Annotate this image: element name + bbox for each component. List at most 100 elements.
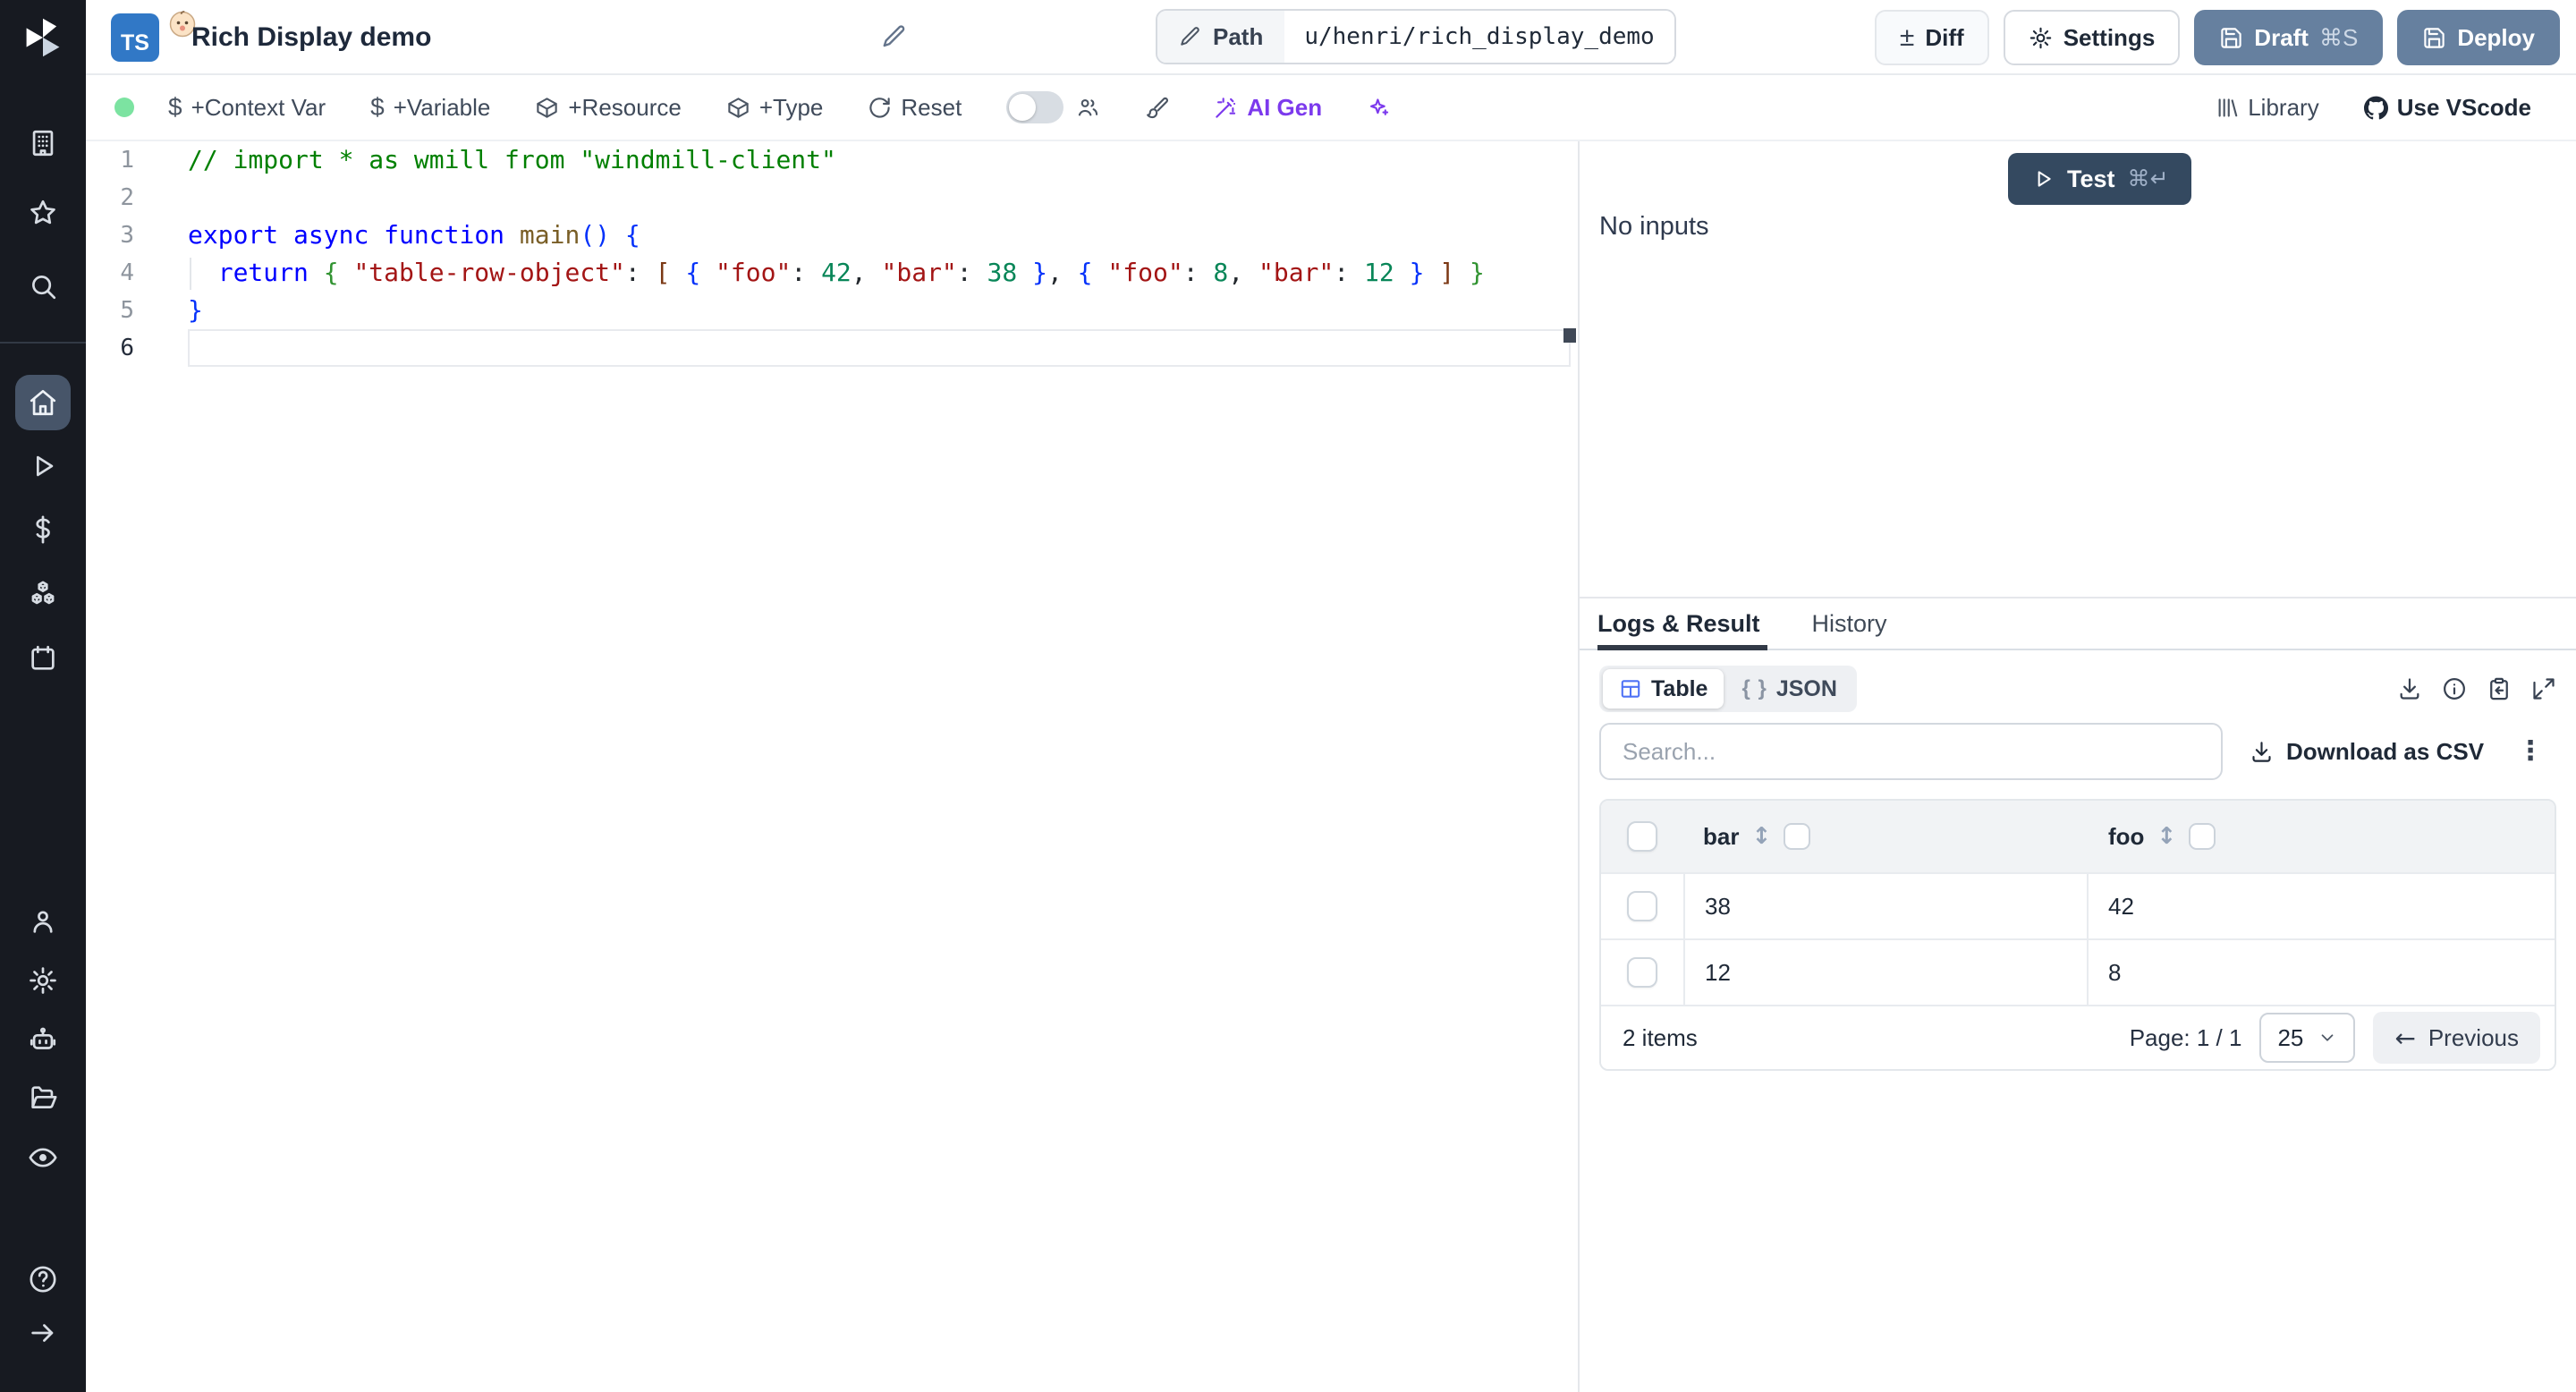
column-option-box[interactable] — [1784, 823, 1811, 850]
info-icon[interactable] — [2442, 676, 2467, 701]
download-csv-button[interactable]: Download as CSV — [2250, 738, 2484, 766]
dollar-icon: $ — [370, 93, 385, 121]
row-checkbox[interactable] — [1627, 957, 1657, 988]
table-cell: 8 — [2087, 940, 2555, 1005]
more-options-kebab-icon[interactable]: ⋮ — [2517, 738, 2544, 765]
table-icon — [1621, 680, 1640, 698]
favorites-star-icon[interactable] — [0, 184, 86, 242]
expand-icon[interactable] — [2531, 676, 2556, 701]
sidebar-item-audit-logs[interactable] — [0, 1129, 86, 1186]
sort-icon[interactable]: ↕ — [2157, 823, 2176, 850]
sidebar-item-resources[interactable] — [0, 565, 86, 623]
editor-toolbar: $ +Context Var $ +Variable +Resource +Ty… — [86, 75, 2576, 141]
braces-icon: { } — [1741, 676, 1767, 700]
download-icon[interactable] — [2397, 676, 2422, 701]
help-icon[interactable] — [0, 1251, 86, 1308]
add-context-var-button[interactable]: $ +Context Var — [168, 93, 326, 122]
add-type-button[interactable]: +Type — [726, 94, 823, 122]
ai-gen-button[interactable]: AI Gen — [1214, 94, 1322, 122]
sidebar-item-runs[interactable] — [0, 437, 86, 495]
table-row[interactable]: 12 8 — [1601, 938, 2555, 1005]
collab-toggle[interactable] — [1006, 91, 1064, 123]
sidebar-item-folders[interactable] — [0, 1069, 86, 1126]
code-line[interactable] — [188, 179, 1572, 216]
page-size-select[interactable]: 25 — [2259, 1013, 2356, 1063]
view-toggle-table[interactable]: Table — [1603, 669, 1724, 709]
table-body: 38 42 12 8 — [1601, 872, 2555, 1005]
diff-button[interactable]: ± Diff — [1874, 10, 1989, 65]
save-icon — [2424, 27, 2445, 48]
line-number: 3 — [120, 222, 134, 249]
sparkles-icon[interactable] — [1367, 96, 1391, 120]
no-inputs-label: No inputs — [1599, 212, 1709, 241]
settings-button[interactable]: Settings — [2003, 10, 2181, 65]
test-shortcut: ⌘↵ — [2127, 166, 2169, 191]
path-chip[interactable]: Path u/henri/rich_display_demo — [1156, 9, 1676, 64]
search-input[interactable] — [1599, 723, 2223, 780]
column-header-foo[interactable]: foo — [2108, 823, 2144, 851]
sort-icon[interactable]: ↕ — [1751, 823, 1771, 850]
reset-button[interactable]: Reset — [868, 94, 962, 122]
page-indicator: Page: 1 / 1 — [2129, 1023, 2242, 1051]
column-option-box[interactable] — [2189, 823, 2216, 850]
edit-title-pencil-icon[interactable] — [881, 23, 908, 50]
table-row[interactable]: 38 42 — [1601, 872, 2555, 938]
select-all-checkbox[interactable] — [1627, 821, 1657, 852]
sidebar-item-settings[interactable] — [0, 952, 86, 1009]
code-line[interactable]: // import * as wmill from "windmill-clie… — [188, 141, 1572, 179]
view-toggle: Table { } JSON — [1599, 666, 1857, 712]
path-label: Path — [1213, 22, 1264, 50]
gear-icon — [2029, 27, 2051, 48]
table-cell: 38 — [1683, 874, 2087, 938]
editor-code[interactable]: // import * as wmill from "windmill-clie… — [188, 141, 1572, 367]
code-line[interactable]: export async function main() { — [188, 216, 1572, 254]
line-number: 2 — [120, 184, 134, 211]
line-number: 6 — [120, 335, 134, 361]
draft-shortcut: ⌘S — [2318, 23, 2359, 51]
sidebar-divider — [0, 342, 86, 344]
windmill-logo[interactable] — [0, 9, 86, 66]
editor-scrollbar-marker[interactable] — [1563, 328, 1576, 343]
column-header-bar[interactable]: bar — [1703, 823, 1739, 851]
sidebar-item-variables[interactable] — [0, 501, 86, 558]
use-vscode-button[interactable]: Use VScode — [2363, 94, 2531, 122]
workspace-icon[interactable] — [0, 115, 86, 172]
code-line[interactable] — [188, 329, 1571, 367]
run-section: Test ⌘↵ No inputs — [1580, 141, 2576, 598]
sidebar-item-workers[interactable] — [0, 1012, 86, 1069]
previous-page-button[interactable]: ← Previous — [2373, 1012, 2540, 1064]
right-panel: Test ⌘↵ No inputs Logs & Result History … — [1580, 141, 2576, 1392]
test-button[interactable]: Test ⌘↵ — [2008, 153, 2192, 205]
package-icon — [537, 97, 558, 118]
vertical-splitter[interactable] — [1578, 141, 1580, 1392]
code-editor[interactable]: 1 2 3 4 5 6 // import * as wmill from "windmi… — [86, 141, 1578, 1392]
editor-gutter: 1 2 3 4 5 6 — [86, 141, 184, 367]
table-header: bar ↕ foo ↕ — [1601, 801, 2555, 872]
line-number: 4 — [120, 259, 134, 286]
sidebar-item-users[interactable] — [0, 893, 86, 950]
plus-minus-icon: ± — [1899, 22, 1915, 52]
view-toggle-json[interactable]: { } JSON — [1725, 669, 1852, 709]
collapse-sidebar-arrow-icon[interactable] — [0, 1304, 86, 1362]
library-button[interactable]: Library — [2215, 94, 2319, 122]
windmill-script-editor: TS Rich Display demo Path u/henri/rich_d… — [0, 0, 2576, 1392]
add-variable-button[interactable]: $ +Variable — [370, 93, 490, 122]
row-checkbox[interactable] — [1627, 891, 1657, 921]
deploy-button[interactable]: Deploy — [2397, 10, 2560, 65]
dollar-icon: $ — [168, 93, 182, 121]
tab-history[interactable]: History — [1812, 610, 1887, 638]
sidebar-item-home[interactable] — [15, 375, 71, 430]
sidebar-item-schedules[interactable] — [0, 630, 86, 687]
format-brush-icon[interactable] — [1145, 96, 1169, 120]
result-section: Logs & Result History Table { } JSON Sea… — [1580, 598, 2576, 1392]
draft-button[interactable]: Draft ⌘S — [2194, 10, 2384, 65]
sidebar — [0, 0, 86, 1392]
clipboard-copy-icon[interactable] — [2487, 676, 2512, 701]
table-footer: 2 items Page: 1 / 1 25 ← Previous — [1601, 1005, 2555, 1069]
code-line[interactable]: return { "table-row-object": [ { "foo": … — [188, 254, 1572, 292]
tab-logs-result[interactable]: Logs & Result — [1597, 610, 1760, 638]
search-icon[interactable] — [0, 258, 86, 315]
code-line[interactable]: } — [188, 292, 1572, 329]
add-resource-button[interactable]: +Resource — [535, 94, 682, 122]
multiplayer-users-icon[interactable] — [1076, 96, 1100, 120]
